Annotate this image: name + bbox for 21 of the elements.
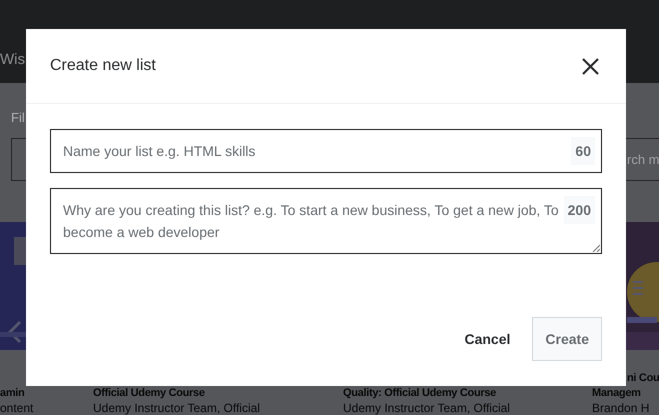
course-title[interactable]: Official Udemy Course [93,387,205,400]
dialog-title: Create new list [50,56,156,76]
filter-label: Fil [11,109,26,127]
course-title[interactable]: ni Cou [627,372,659,385]
header-text: Wis [0,50,25,70]
resize-handle-icon[interactable] [592,244,600,252]
description-input[interactable]: Why are you creating this list? e.g. To start a new business, To get a new job, To become a web developer [51,189,564,253]
course-instructor: ontent [0,402,34,415]
course-title[interactable]: Managem [592,387,641,400]
character-counter: 60 [571,137,595,165]
character-counter: 200 [564,196,595,224]
course-instructor: Udemy Instructor Team, Official [343,402,510,415]
name-field[interactable]: Name your list e.g. HTML skills 60 [50,129,602,173]
close-icon [582,58,598,74]
course-instructor: Brandon H [592,402,650,415]
course-title[interactable]: amin [0,387,24,400]
course-title[interactable]: Quality: Official Udemy Course [343,387,496,400]
course-instructor: Udemy Instructor Team, Official [93,402,260,415]
description-field[interactable]: Why are you creating this list? e.g. To start a new business, To get a new job, To become a web developer 200 [50,188,602,254]
cancel-button[interactable]: Cancel [460,317,514,361]
name-input[interactable]: Name your list e.g. HTML skills [51,130,572,172]
